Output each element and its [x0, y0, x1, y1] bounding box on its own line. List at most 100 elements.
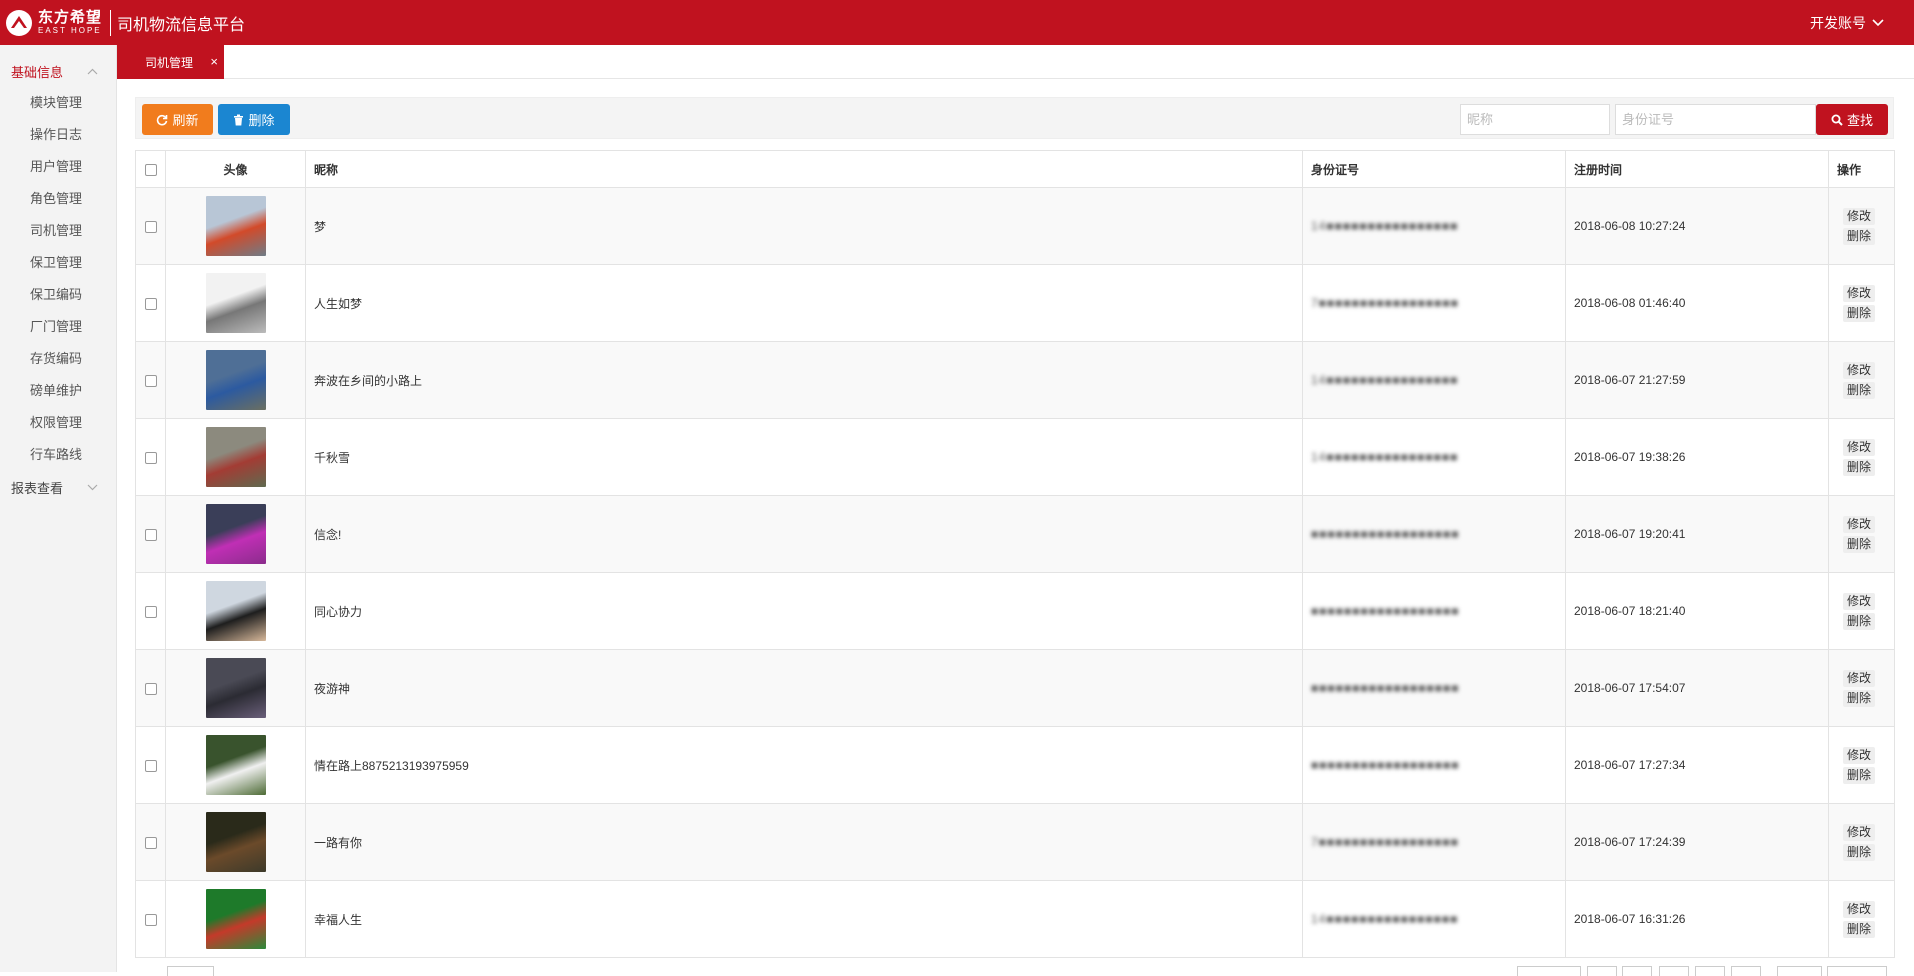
table-row[interactable]: 幸福人生 14■■■■■■■■■■■■■■■■ 2018-06-07 16:31:2… — [135, 880, 1895, 958]
select-all-checkbox[interactable] — [144, 163, 157, 176]
pager-page[interactable] — [1731, 966, 1761, 976]
table-row[interactable]: 同心协力 ■■■■■■■■■■■■■■■■■■ 2018-06-07 18:21:4… — [135, 572, 1895, 650]
idcard-search-input[interactable]: 身份证号 — [1615, 104, 1816, 135]
pager-next[interactable] — [1777, 966, 1822, 976]
east-hope-logo-icon — [4, 8, 34, 38]
pager-page[interactable] — [1587, 966, 1617, 976]
sidebar-item-users[interactable]: 用户管理 — [0, 151, 116, 183]
action-cell: 修改 删除 — [1828, 264, 1895, 342]
edit-button[interactable]: 修改 — [1843, 746, 1876, 764]
refresh-icon — [157, 114, 168, 125]
account-menu[interactable]: 开发账号 — [1810, 0, 1884, 45]
column-header-idcard[interactable]: 身份证号 — [1302, 150, 1566, 188]
row-delete-button[interactable]: 删除 — [1843, 843, 1876, 861]
delete-button[interactable]: 删除 — [218, 104, 290, 135]
sidebar-item-permissions[interactable]: 权限管理 — [0, 407, 116, 439]
column-header-registered[interactable]: 注册时间 — [1565, 150, 1829, 188]
idcard-cell: 14■■■■■■■■■■■■■■■■ — [1302, 880, 1566, 958]
column-header-avatar[interactable]: 头像 — [165, 150, 306, 188]
row-delete-button[interactable]: 删除 — [1843, 689, 1876, 707]
sidebar-group-reports[interactable]: 报表查看 — [0, 471, 116, 503]
row-checkbox[interactable] — [144, 297, 157, 310]
action-cell: 修改 删除 — [1828, 803, 1895, 881]
sidebar-group-basic-info[interactable]: 基础信息 — [0, 55, 116, 87]
close-icon[interactable]: × — [210, 55, 218, 68]
sidebar-item-inventory-codes[interactable]: 存货编码 — [0, 343, 116, 375]
row-checkbox[interactable] — [144, 913, 157, 926]
column-header-nickname[interactable]: 昵称 — [305, 150, 1303, 188]
avatar — [205, 350, 266, 410]
sidebar-item-gates[interactable]: 厂门管理 — [0, 311, 116, 343]
top-header: 东方希望 EAST HOPE 司机物流信息平台 开发账号 — [0, 0, 1914, 45]
row-delete-button[interactable]: 删除 — [1843, 304, 1876, 322]
sidebar-item-drivers[interactable]: 司机管理 — [0, 215, 116, 247]
row-checkbox[interactable] — [144, 759, 157, 772]
idcard-value-blurred: ■■■■■■■■■■■■■■■■■■ — [1311, 604, 1460, 618]
row-select-cell — [135, 264, 166, 342]
row-select-cell — [135, 803, 166, 881]
sidebar-item-oplog[interactable]: 操作日志 — [0, 119, 116, 151]
refresh-button[interactable]: 刷新 — [142, 104, 213, 135]
action-cell: 修改 删除 — [1828, 418, 1895, 496]
sidebar-item-guard-codes[interactable]: 保卫编码 — [0, 279, 116, 311]
row-checkbox[interactable] — [144, 528, 157, 541]
sidebar-item-routes[interactable]: 行车路线 — [0, 439, 116, 471]
nickname-cell: 情在路上8875213193975959 — [305, 726, 1303, 804]
table-row[interactable]: 人生如梦 7■■■■■■■■■■■■■■■■■ 2018-06-08 01:46:4… — [135, 264, 1895, 342]
idcard-value-blurred: 14■■■■■■■■■■■■■■■■ — [1311, 373, 1459, 387]
avatar — [205, 735, 266, 795]
page-size-select[interactable] — [167, 966, 214, 976]
pager-page[interactable] — [1659, 966, 1689, 976]
table-row[interactable]: 一路有你 7■■■■■■■■■■■■■■■■■ 2018-06-07 17:24:3… — [135, 803, 1895, 881]
row-checkbox[interactable] — [144, 374, 157, 387]
idcard-value-blurred: 14■■■■■■■■■■■■■■■■ — [1311, 912, 1459, 926]
edit-button[interactable]: 修改 — [1843, 515, 1876, 533]
row-select-cell — [135, 726, 166, 804]
sidebar-item-module[interactable]: 模块管理 — [0, 87, 116, 119]
table-row[interactable]: 梦 14■■■■■■■■■■■■■■■■ 2018-06-08 10:27:24 修改… — [135, 187, 1895, 265]
row-delete-button[interactable]: 删除 — [1843, 458, 1876, 476]
row-delete-button[interactable]: 删除 — [1843, 535, 1876, 553]
row-checkbox[interactable] — [144, 220, 157, 233]
row-checkbox[interactable] — [144, 605, 157, 618]
search-icon — [1831, 114, 1843, 126]
pager-page[interactable] — [1622, 966, 1652, 976]
sidebar-item-weighbill[interactable]: 磅单维护 — [0, 375, 116, 407]
avatar — [205, 812, 266, 872]
table-row[interactable]: 奔波在乡间的小路上 14■■■■■■■■■■■■■■■■ 2018-06-07 21… — [135, 341, 1895, 419]
idcard-value-blurred: 14■■■■■■■■■■■■■■■■ — [1311, 219, 1459, 233]
row-delete-button[interactable]: 删除 — [1843, 766, 1876, 784]
edit-button[interactable]: 修改 — [1843, 592, 1876, 610]
edit-button[interactable]: 修改 — [1843, 361, 1876, 379]
edit-button[interactable]: 修改 — [1843, 438, 1876, 456]
edit-button[interactable]: 修改 — [1843, 823, 1876, 841]
pager-page[interactable] — [1695, 966, 1725, 976]
pager-prev[interactable] — [1517, 966, 1581, 976]
sidebar-item-roles[interactable]: 角色管理 — [0, 183, 116, 215]
edit-button[interactable]: 修改 — [1843, 207, 1876, 225]
edit-button[interactable]: 修改 — [1843, 900, 1876, 918]
tab-driver-management[interactable]: 司机管理 × — [117, 45, 224, 79]
row-checkbox[interactable] — [144, 836, 157, 849]
row-delete-button[interactable]: 删除 — [1843, 381, 1876, 399]
row-delete-button[interactable]: 删除 — [1843, 612, 1876, 630]
nickname-search-input[interactable]: 昵称 — [1460, 104, 1610, 135]
chevron-up-icon — [87, 68, 98, 74]
table-row[interactable]: 千秋雪 14■■■■■■■■■■■■■■■■ 2018-06-07 19:38:26… — [135, 418, 1895, 496]
avatar-cell — [165, 572, 306, 650]
sidebar-item-guards[interactable]: 保卫管理 — [0, 247, 116, 279]
avatar-cell — [165, 187, 306, 265]
edit-button[interactable]: 修改 — [1843, 669, 1876, 687]
registered-cell: 2018-06-07 19:20:41 — [1565, 495, 1829, 573]
table-row[interactable]: 信念! ■■■■■■■■■■■■■■■■■■ 2018-06-07 19:20:41… — [135, 495, 1895, 573]
row-checkbox[interactable] — [144, 682, 157, 695]
row-delete-button[interactable]: 删除 — [1843, 227, 1876, 245]
row-delete-button[interactable]: 删除 — [1843, 920, 1876, 938]
action-cell: 修改 删除 — [1828, 495, 1895, 573]
search-button[interactable]: 查找 — [1816, 104, 1888, 135]
pager-last[interactable] — [1827, 966, 1887, 976]
table-row[interactable]: 情在路上8875213193975959 ■■■■■■■■■■■■■■■■■■ 20… — [135, 726, 1895, 804]
edit-button[interactable]: 修改 — [1843, 284, 1876, 302]
table-row[interactable]: 夜游神 ■■■■■■■■■■■■■■■■■■ 2018-06-07 17:54:07… — [135, 649, 1895, 727]
row-checkbox[interactable] — [144, 451, 157, 464]
